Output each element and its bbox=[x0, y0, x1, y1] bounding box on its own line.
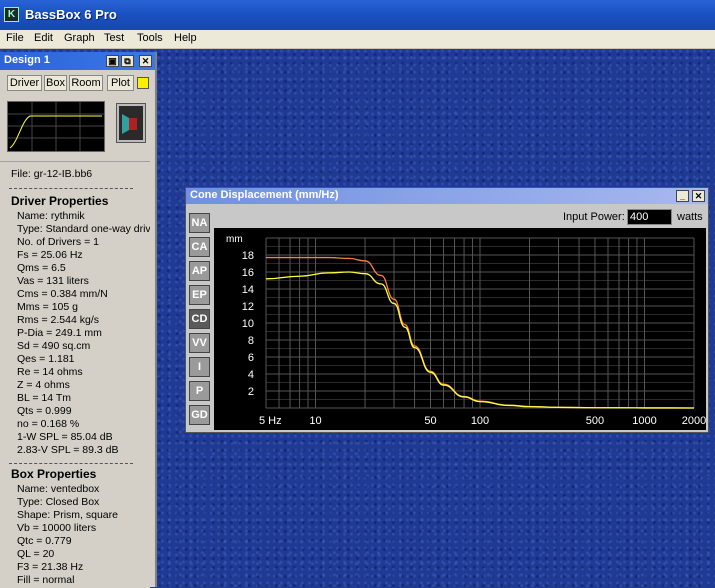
box-property: Qtc = 0.779 bbox=[17, 535, 72, 547]
app-logo-icon: K bbox=[4, 7, 19, 22]
y-tick-label: 8 bbox=[248, 335, 254, 347]
menu-file[interactable]: File bbox=[6, 32, 24, 44]
driver-property: P-Dia = 249.1 mm bbox=[17, 327, 102, 339]
menu-bar: File Edit Graph Test Tools Help bbox=[0, 30, 715, 49]
driver-property: Z = 4 ohms bbox=[17, 379, 70, 391]
copy-icon[interactable]: ⧉ bbox=[121, 55, 134, 67]
box-properties-heading: Box Properties bbox=[11, 467, 97, 481]
box-property: QL = 20 bbox=[17, 548, 55, 560]
x-tick-label: 10 bbox=[309, 415, 321, 427]
driver-property: No. of Drivers = 1 bbox=[17, 236, 99, 248]
divider bbox=[9, 188, 133, 189]
box-property: Shape: Prism, square bbox=[17, 509, 118, 521]
y-tick-label: 4 bbox=[248, 369, 254, 381]
divider bbox=[9, 463, 133, 464]
input-power-label: Input Power: bbox=[563, 211, 625, 223]
design-title-bar[interactable]: Design 1 ▣ ⧉ ✕ bbox=[0, 52, 155, 70]
color-swatch[interactable] bbox=[137, 77, 149, 89]
y-tick-label: 16 bbox=[242, 267, 254, 279]
driver-property: no = 0.168 % bbox=[17, 418, 80, 430]
y-tick-label: 6 bbox=[248, 352, 254, 364]
x-tick-label: 5 Hz bbox=[259, 415, 282, 427]
driver-property: Mms = 105 g bbox=[17, 301, 78, 313]
x-tick-label: 50 bbox=[424, 415, 436, 427]
graph-button-p[interactable]: P bbox=[189, 381, 210, 401]
driver-property: 1-W SPL = 85.04 dB bbox=[17, 431, 113, 443]
menu-test[interactable]: Test bbox=[104, 32, 124, 44]
response-thumbnail[interactable] bbox=[7, 101, 105, 152]
box-property: F3 = 21.38 Hz bbox=[17, 561, 84, 573]
driver-property: Qes = 1.181 bbox=[17, 353, 75, 365]
cone-window-title-bar[interactable]: Cone Displacement (mm/Hz) _ ✕ bbox=[186, 188, 708, 204]
box-property: Name: ventedbox bbox=[17, 483, 100, 495]
driver-properties-heading: Driver Properties bbox=[11, 194, 109, 208]
thumbnail-graph-icon bbox=[8, 102, 104, 151]
design-title: Design 1 bbox=[4, 54, 50, 66]
app-title-bar[interactable]: K BassBox 6 Pro bbox=[0, 0, 715, 30]
y-tick-label: 2 bbox=[248, 386, 254, 398]
y-tick-label: 12 bbox=[242, 301, 254, 313]
graph-button-gd[interactable]: GD bbox=[189, 405, 210, 425]
cone-window-title: Cone Displacement (mm/Hz) bbox=[190, 189, 339, 201]
driver-property: Qms = 6.5 bbox=[17, 262, 66, 274]
x-tick-label: 1000 bbox=[632, 415, 656, 427]
driver-property: Qts = 0.999 bbox=[17, 405, 72, 417]
y-tick-label: 14 bbox=[242, 284, 254, 296]
graph-button-ap[interactable]: AP bbox=[189, 261, 210, 281]
graph-button-vv[interactable]: VV bbox=[189, 333, 210, 353]
save-icon[interactable]: ▣ bbox=[106, 55, 119, 67]
close-icon[interactable]: ✕ bbox=[139, 55, 152, 67]
driver-property: BL = 14 Tm bbox=[17, 392, 71, 404]
menu-graph[interactable]: Graph bbox=[64, 32, 95, 44]
input-power-field[interactable] bbox=[627, 209, 672, 225]
plot-tab-button[interactable]: Plot bbox=[107, 75, 134, 91]
properties-list: File: gr-12-IB.bb6 Driver Properties Nam… bbox=[0, 161, 150, 588]
file-name: File: gr-12-IB.bb6 bbox=[11, 168, 93, 180]
y-axis-label: mm bbox=[226, 234, 243, 245]
box-tab-button[interactable]: Box bbox=[44, 75, 67, 91]
box-property: Type: Closed Box bbox=[17, 496, 100, 508]
driver-property: Rms = 2.544 kg/s bbox=[17, 314, 99, 326]
menu-help[interactable]: Help bbox=[174, 32, 197, 44]
cone-displacement-plot[interactable]: mm 2 4 6 8 10 12 14 16 18 5 Hz 10 50 100 500 1000 2000 bbox=[214, 228, 706, 430]
driver-property: Type: Standard one-way driv bbox=[17, 223, 150, 235]
driver-property: Cms = 0.384 mm/N bbox=[17, 288, 108, 300]
design-panel: Design 1 ▣ ⧉ ✕ Driver Box Room Plot File… bbox=[0, 52, 157, 588]
menu-edit[interactable]: Edit bbox=[34, 32, 53, 44]
menu-tools[interactable]: Tools bbox=[137, 32, 163, 44]
graph-button-i[interactable]: I bbox=[189, 357, 210, 377]
driver-property: Vas = 131 liters bbox=[17, 275, 89, 287]
speaker-icon bbox=[116, 103, 146, 143]
x-tick-label: 500 bbox=[586, 415, 604, 427]
driver-property: Name: rythmik bbox=[17, 210, 85, 222]
plot-svg: mm 2 4 6 8 10 12 14 16 18 5 Hz 10 50 100 500 1000 2000 bbox=[226, 234, 706, 427]
graph-button-ca[interactable]: CA bbox=[189, 237, 210, 257]
cone-displacement-window: Cone Displacement (mm/Hz) _ ✕ NA CA AP EP CD… bbox=[185, 187, 709, 433]
box-property: Fill = normal bbox=[17, 574, 75, 586]
x-tick-label: 100 bbox=[471, 415, 489, 427]
driver-property: 2.83-V SPL = 89.3 dB bbox=[17, 444, 119, 456]
box-property: Vb = 10000 liters bbox=[17, 522, 97, 534]
input-power-unit: watts bbox=[677, 211, 703, 223]
room-tab-button[interactable]: Room bbox=[69, 75, 103, 91]
app-title: BassBox 6 Pro bbox=[25, 7, 117, 22]
graph-button-na[interactable]: NA bbox=[189, 213, 210, 233]
y-tick-label: 10 bbox=[242, 318, 254, 330]
x-tick-label: 2000 bbox=[682, 415, 706, 427]
close-icon[interactable]: ✕ bbox=[692, 190, 705, 202]
y-tick-label: 18 bbox=[242, 250, 254, 262]
driver-property: Re = 14 ohms bbox=[17, 366, 83, 378]
minimize-icon[interactable]: _ bbox=[676, 190, 689, 202]
driver-tab-button[interactable]: Driver bbox=[7, 75, 42, 91]
driver-property: Sd = 490 sq.cm bbox=[17, 340, 91, 352]
graph-button-cd[interactable]: CD bbox=[189, 309, 210, 329]
graph-button-ep[interactable]: EP bbox=[189, 285, 210, 305]
driver-property: Fs = 25.06 Hz bbox=[17, 249, 83, 261]
